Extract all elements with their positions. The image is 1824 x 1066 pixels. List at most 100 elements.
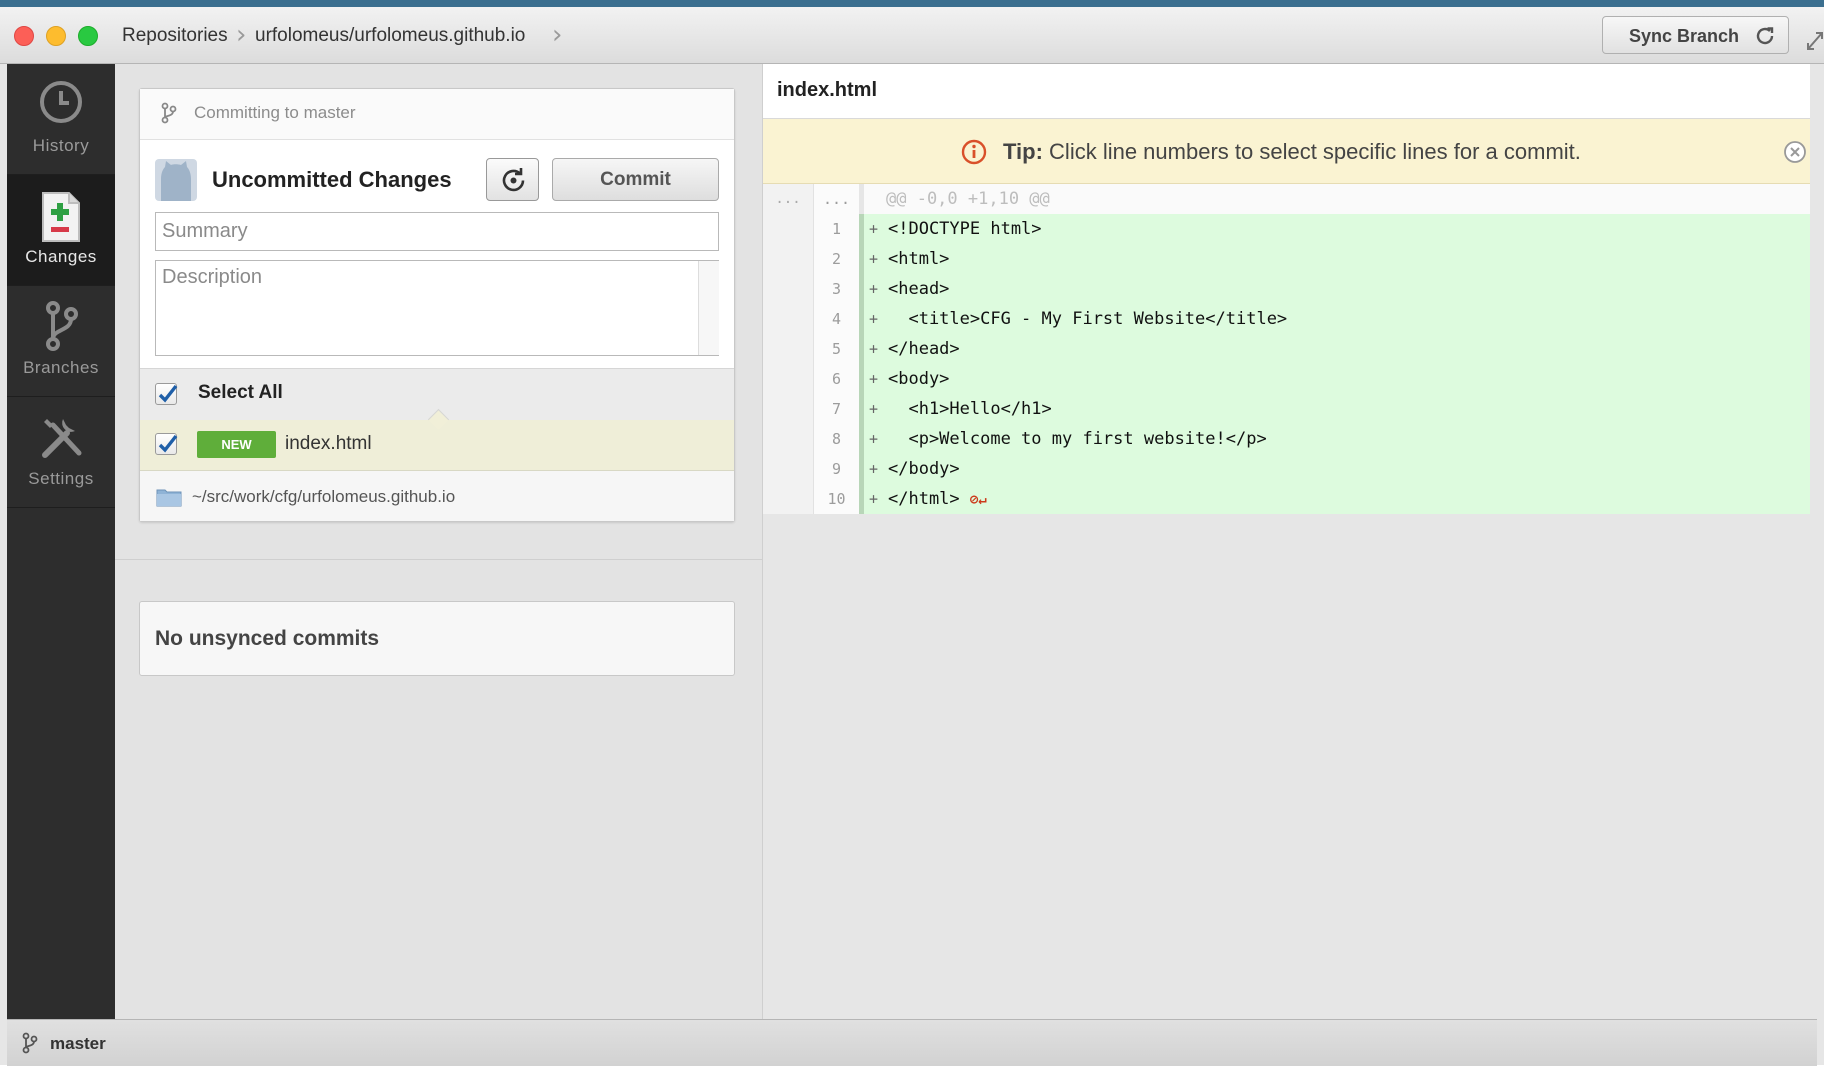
old-line-number[interactable]: [763, 424, 814, 454]
added-sign: +: [869, 490, 879, 508]
new-line-number[interactable]: 10: [814, 484, 860, 514]
select-all-label: Select All: [198, 382, 283, 403]
new-line-number[interactable]: 1: [814, 214, 860, 244]
diff-code: <p>Welcome to my first website!</p>: [888, 429, 1267, 449]
nav-label-history: History: [32, 136, 90, 155]
uncommitted-changes-title: Uncommitted Changes: [212, 167, 452, 192]
sync-branch-button[interactable]: Sync Branch: [1602, 16, 1789, 54]
branch-icon: [46, 301, 78, 351]
added-sign: +: [869, 220, 879, 238]
diff-code: <title>CFG - My First Website</title>: [888, 309, 1288, 329]
diff-panel: index.html Tip: Click line numbers to se…: [763, 64, 1810, 1019]
old-line-number[interactable]: [763, 484, 814, 514]
repo-path: ~/src/work/cfg/urfolomeus.github.io: [192, 487, 456, 506]
unsynced-commits-box: No unsynced commits: [139, 601, 735, 676]
diff-code: <h1>Hello</h1>: [888, 399, 1052, 419]
select-all-checkbox[interactable]: [155, 383, 178, 405]
new-file-badge: NEW: [197, 431, 276, 458]
diff-file-title: index.html: [777, 79, 878, 101]
unsynced-commits-label: No unsynced commits: [155, 627, 380, 650]
new-line-number[interactable]: 9: [814, 454, 860, 484]
added-sign: +: [869, 370, 879, 388]
breadcrumb-repo[interactable]: urfolomeus/urfolomeus.github.io: [255, 21, 525, 51]
status-bar: master: [7, 1019, 1817, 1066]
close-window-button[interactable]: [14, 26, 34, 46]
changed-file-name: index.html: [285, 433, 372, 454]
sync-icon: [1756, 27, 1774, 45]
nav-item-history[interactable]: History: [7, 64, 115, 175]
old-line-number[interactable]: [763, 244, 814, 274]
new-line-number[interactable]: 6: [814, 364, 860, 394]
diff-code: </html> ⊘↵: [888, 484, 987, 515]
summary-input[interactable]: [155, 212, 719, 251]
diff-line: 4 + <title>CFG - My First Website</title…: [763, 304, 1810, 334]
diff-hunk-header: ... ... @@ -0,0 +1,10 @@: [763, 184, 1810, 214]
added-sign: +: [869, 400, 879, 418]
diff-marker-bar: [859, 364, 864, 394]
minimize-window-button[interactable]: [46, 26, 66, 46]
nav-item-changes[interactable]: Changes: [7, 175, 115, 286]
old-line-number[interactable]: [763, 274, 814, 304]
tip-banner: Tip: Click line numbers to select specif…: [763, 119, 1810, 184]
diff-code: </head>: [888, 339, 960, 359]
new-line-number[interactable]: 4: [814, 304, 860, 334]
old-line-number[interactable]: [763, 394, 814, 424]
old-line-number[interactable]: [763, 214, 814, 244]
commit-panel: Committing to master Uncommitted Changes…: [115, 64, 763, 1019]
diff-marker-bar: [859, 304, 864, 334]
folder-icon: [156, 489, 182, 507]
old-line-number[interactable]: [763, 454, 814, 484]
diff-line: 7 + <h1>Hello</h1>: [763, 394, 1810, 424]
panel-divider: [115, 559, 762, 560]
close-icon[interactable]: [1783, 140, 1807, 164]
discard-changes-button[interactable]: [486, 158, 539, 201]
diff-line: 5 + </head>: [763, 334, 1810, 364]
commit-card: Committing to master Uncommitted Changes…: [139, 88, 735, 522]
branch-icon: [22, 1032, 38, 1054]
description-scrollbar[interactable]: [698, 261, 719, 355]
breadcrumb-separator-icon: ›: [552, 20, 563, 50]
commit-branch-header: Committing to master: [140, 89, 734, 140]
new-line-number[interactable]: ...: [814, 184, 860, 214]
breadcrumb-repositories[interactable]: Repositories: [122, 21, 228, 51]
added-sign: +: [869, 250, 879, 268]
file-checkbox[interactable]: [155, 433, 178, 455]
diff-code: </body>: [888, 459, 960, 479]
nav-label-settings: Settings: [28, 469, 94, 488]
diff-marker-bar: [859, 454, 864, 484]
commit-button[interactable]: Commit: [552, 158, 719, 201]
added-sign: +: [869, 430, 879, 448]
branch-icon: [161, 102, 177, 124]
diff-code: <!DOCTYPE html>: [888, 219, 1042, 239]
new-line-number[interactable]: 8: [814, 424, 860, 454]
description-input[interactable]: [155, 260, 719, 356]
expand-icon[interactable]: [1806, 29, 1824, 51]
new-line-number[interactable]: 5: [814, 334, 860, 364]
old-line-number[interactable]: ...: [763, 184, 814, 214]
old-line-number[interactable]: [763, 334, 814, 364]
repo-path-row[interactable]: ~/src/work/cfg/urfolomeus.github.io: [140, 471, 734, 521]
diff-code: <head>: [888, 279, 950, 299]
old-line-number[interactable]: [763, 304, 814, 334]
tip-label: Tip:: [1003, 139, 1043, 164]
new-line-number[interactable]: 3: [814, 274, 860, 304]
no-newline-icon: ⊘↵: [969, 492, 987, 508]
nav-item-settings[interactable]: Settings: [7, 397, 115, 508]
old-line-number[interactable]: [763, 364, 814, 394]
diff-line: 3 + <head>: [763, 274, 1810, 304]
new-line-number[interactable]: 2: [814, 244, 860, 274]
nav-label-changes: Changes: [25, 247, 97, 266]
diff-marker-bar: [859, 394, 864, 424]
avatar: [155, 159, 197, 201]
settings-icon: [42, 419, 82, 458]
diff-marker-bar: [859, 424, 864, 454]
diff-marker-bar: [859, 214, 864, 244]
nav-item-branches[interactable]: Branches: [7, 286, 115, 397]
diff-marker-bar: [859, 244, 864, 274]
breadcrumb-separator-icon: ›: [236, 20, 247, 50]
current-branch-label[interactable]: master: [50, 1034, 106, 1054]
diff-line: 2 + <html>: [763, 244, 1810, 274]
new-line-number[interactable]: 7: [814, 394, 860, 424]
diff-code: <body>: [888, 369, 950, 389]
zoom-window-button[interactable]: [78, 26, 98, 46]
